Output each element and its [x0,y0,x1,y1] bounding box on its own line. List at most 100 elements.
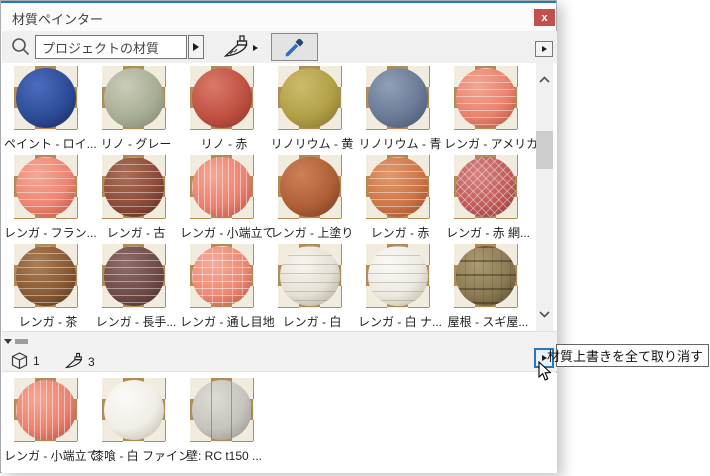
splitter-collapse-icon[interactable] [4,339,12,344]
material-thumbnail[interactable] [454,244,518,308]
material-tile[interactable]: レンガ - 長手... [92,243,180,332]
material-sphere [16,157,76,217]
material-thumbnail[interactable] [278,155,342,219]
material-thumbnail[interactable] [190,155,254,219]
material-sphere [456,157,516,217]
material-tile[interactable]: レンガ - 小端立て [4,377,99,466]
material-tile[interactable]: 壁: RC t150 ... [180,377,268,466]
paint-tool-group[interactable] [222,34,258,61]
material-source-dropdown-button[interactable] [188,35,204,59]
material-thumbnail[interactable] [454,155,518,219]
desktop: 材質ペインター x プロジェクトの材質 ペイント - ロイ... リノ - グレ… [0,0,710,476]
scrollbar-thumb[interactable] [536,131,553,169]
material-tile[interactable]: レンガ - フラン... [4,154,97,243]
painted-count-group: 3 [64,352,95,371]
tooltip-text: 材質上書きを全て取り消す [546,349,703,364]
material-sphere [192,157,252,217]
material-sphere [280,68,340,128]
painted-count: 3 [88,354,95,369]
scroll-down-button[interactable] [536,306,553,323]
triangle-right-icon [193,43,199,51]
splitter-grip[interactable] [15,339,28,344]
material-sphere [192,68,252,128]
material-tile[interactable]: レンガ - 小端立て [180,154,275,243]
material-label: リノ - 赤 [200,137,248,151]
material-label: レンガ - 通し目地 [180,315,275,329]
material-thumbnail[interactable] [190,66,254,130]
material-label: リノリウム - 青 [358,137,442,151]
material-tile[interactable]: リノ - 赤 [180,65,268,154]
material-thumbnail[interactable] [14,66,78,130]
material-thumbnail[interactable] [102,244,166,308]
material-label: レンガ - 長手... [95,315,177,329]
material-thumbnail[interactable] [190,244,254,308]
material-label: レンガ - アメリカ... [444,137,549,151]
tooltip: 材質上書きを全て取り消す [547,344,709,367]
material-tile[interactable]: レンガ - 白 ナ... [356,243,444,332]
material-thumbnail[interactable] [366,244,430,308]
material-sphere [16,380,76,440]
material-tile[interactable]: レンガ - 茶 [4,243,92,332]
material-sphere [368,246,428,306]
material-tile[interactable]: ペイント - ロイ... [4,65,97,154]
material-label: レンガ - 赤 [370,226,430,240]
material-sphere [192,380,252,440]
material-label: レンガ - 上塗り [270,226,354,240]
material-thumbnail[interactable] [278,244,342,308]
material-label: レンガ - 白 ナ... [357,315,442,329]
chevron-down-icon [539,311,550,318]
material-sphere [456,68,516,128]
overrides-bar: 1 3 [2,331,557,372]
material-tile[interactable]: 漆喰 - 白 ファイン [92,377,190,466]
material-thumbnail[interactable] [102,155,166,219]
material-tile[interactable]: レンガ - アメリカ... [444,65,549,154]
toolbar [2,31,557,63]
material-thumbnail[interactable] [14,378,78,442]
material-tile[interactable]: レンガ - 通し目地 [180,243,275,332]
material-tile[interactable]: リノリウム - 黄 [268,65,356,154]
material-tile[interactable]: レンガ - 赤 網... [444,154,532,243]
material-sphere [16,246,76,306]
material-tile[interactable]: レンガ - 白 [268,243,356,332]
titlebar[interactable]: 材質ペインター x [1,3,556,31]
material-thumbnail[interactable] [190,378,254,442]
material-label: ペイント - ロイ... [4,137,97,151]
material-tile[interactable]: リノリウム - 青 [356,65,444,154]
material-label: レンガ - 小端立て [180,226,275,240]
material-label: レンガ - 茶 [18,315,78,329]
material-source-input[interactable] [35,35,187,59]
material-sphere [16,68,76,128]
material-label: レンガ - 白 [282,315,342,329]
toolbar-flyout-button[interactable] [535,41,553,57]
scroll-up-button[interactable] [536,71,553,88]
close-button[interactable]: x [534,9,555,26]
material-tile[interactable]: レンガ - 古 [92,154,180,243]
material-thumbnail[interactable] [14,244,78,308]
eyedropper-toggle-button[interactable] [271,33,318,61]
material-sphere [368,68,428,128]
material-thumbnail[interactable] [14,155,78,219]
vertical-scrollbar[interactable] [536,63,553,331]
material-grid-area: ペイント - ロイ... リノ - グレー リノ - 赤 リノリウム - 黄リノリウム… [2,63,557,331]
paint-options-dropdown-icon[interactable] [253,44,258,51]
material-tile[interactable]: レンガ - 上塗り [268,154,356,243]
paint-brush-icon [64,352,83,369]
material-tile[interactable]: リノ - グレー [92,65,180,154]
material-label: 壁: RC t150 ... [185,449,263,463]
material-tile[interactable]: 屋根 - スギ屋... [444,243,532,332]
material-thumbnail[interactable] [278,66,342,130]
window-title: 材質ペインター [12,12,104,27]
material-sphere [104,157,164,217]
material-tile[interactable]: レンガ - 赤 [356,154,444,243]
material-thumbnail[interactable] [366,155,430,219]
applied-materials-list: レンガ - 小端立て 漆喰 - 白 ファイン 壁: RC t150 ... [4,377,534,466]
material-thumbnail[interactable] [366,66,430,130]
material-label: レンガ - 赤 網... [445,226,530,240]
material-thumbnail[interactable] [454,66,518,130]
material-thumbnail[interactable] [102,378,166,442]
material-thumbnail[interactable] [102,66,166,130]
material-label: レンガ - フラン... [4,226,97,240]
material-sphere [368,157,428,217]
surface-count: 1 [33,354,40,368]
triangle-right-icon [541,46,547,52]
